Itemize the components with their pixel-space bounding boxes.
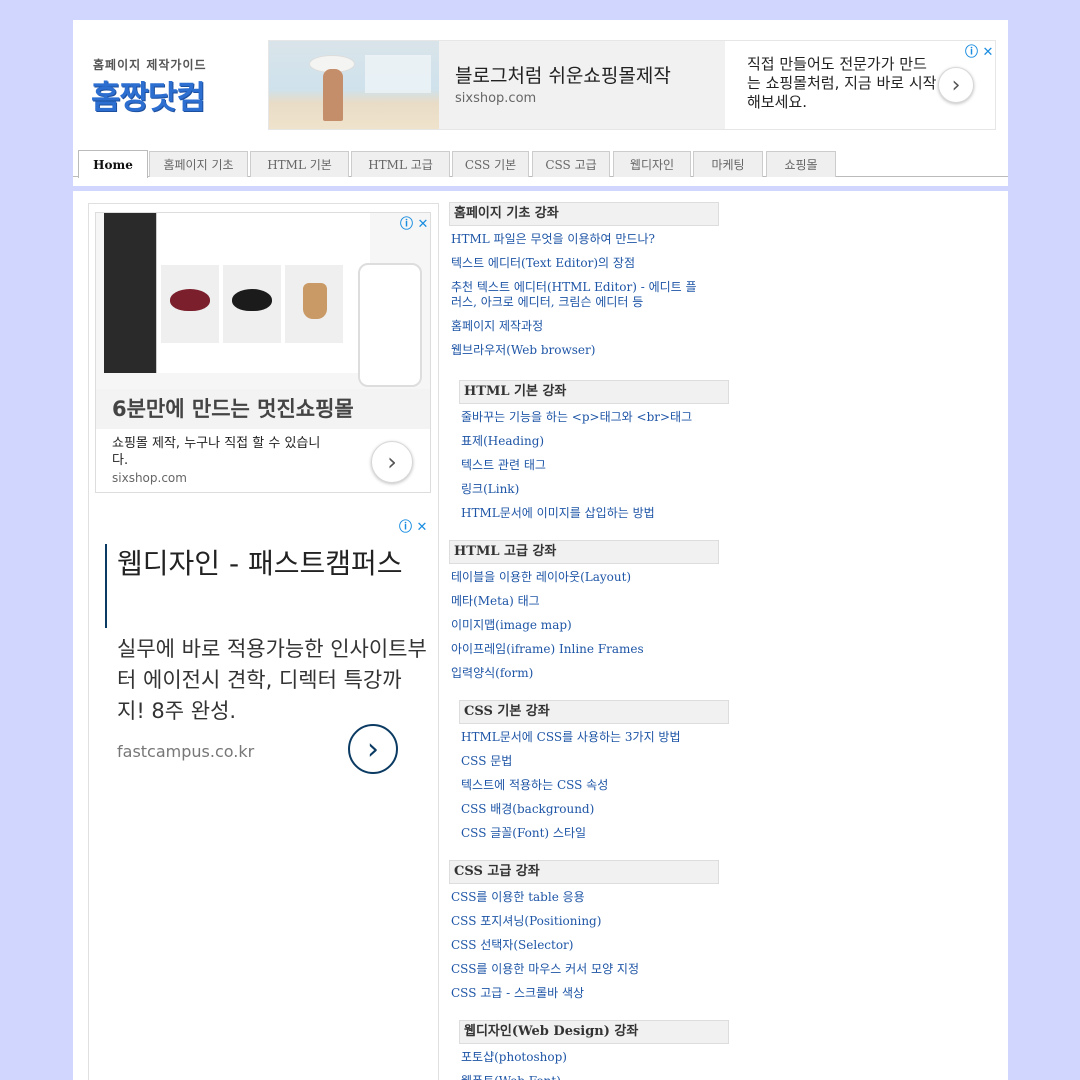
lecture-link[interactable]: 텍스트 에디터(Text Editor)의 장점: [449, 253, 719, 277]
section-css-advanced: CSS 고급 강좌 CSS를 이용한 table 응용 CSS 포지셔닝(Pos…: [449, 860, 719, 1007]
section-title: HTML 고급 강좌: [449, 540, 719, 564]
section-title: CSS 고급 강좌: [449, 860, 719, 884]
lecture-link[interactable]: 웹브라우저(Web browser): [449, 340, 719, 364]
lecture-link[interactable]: 텍스트에 적용하는 CSS 속성: [459, 775, 729, 799]
lecture-link[interactable]: CSS 선택자(Selector): [449, 935, 719, 959]
lecture-link[interactable]: 링크(Link): [459, 479, 729, 503]
lecture-link[interactable]: CSS를 이용한 마우스 커서 모양 지정: [449, 959, 719, 983]
logo-subtitle: 홈페이지 제작가이드: [93, 58, 207, 72]
ad-screenshot-image[interactable]: [96, 213, 430, 389]
tab-homepage-basics[interactable]: 홈페이지 기초: [149, 151, 248, 177]
ad-url[interactable]: fastcampus.co.kr: [117, 742, 254, 761]
lecture-link[interactable]: CSS 고급 - 스크롤바 색상: [449, 983, 719, 1007]
lecture-link[interactable]: HTML문서에 이미지를 삽입하는 방법: [459, 503, 729, 527]
section-homepage-basics: 홈페이지 기초 강좌 HTML 파일은 무엇을 이용하여 만드나? 텍스트 에디…: [449, 202, 719, 364]
tab-shopping-mall[interactable]: 쇼핑몰: [766, 151, 836, 177]
top-banner-ad[interactable]: 블로그처럼 쉬운쇼핑몰제작 sixshop.com 직접 만들어도 전문가가 만…: [268, 40, 996, 130]
fastcampus-ad[interactable]: ⓘ ✕ 웹디자인 - 패스트캠퍼스 실무에 바로 적용가능한 인사이트부터 에이…: [95, 514, 431, 794]
section-css-basic: CSS 기본 강좌 HTML문서에 CSS를 사용하는 3가지 방법 CSS 문…: [459, 700, 729, 847]
section-title: CSS 기본 강좌: [459, 700, 729, 724]
ad-title[interactable]: 6분만에 만드는 멋진쇼핑몰: [96, 389, 430, 429]
section-title: HTML 기본 강좌: [459, 380, 729, 404]
site-logo[interactable]: 홈짱닷컴: [91, 72, 206, 118]
ad-title[interactable]: 블로그처럼 쉬운쇼핑몰제작: [455, 61, 671, 88]
ad-column: 6분만에 만드는 멋진쇼핑몰 쇼핑몰 제작, 누구나 직접 할 수 있습니다. …: [88, 203, 439, 1080]
lecture-link[interactable]: 줄바꾸는 기능을 하는 <p>태그와 <br>태그: [459, 407, 729, 431]
tab-html-advanced[interactable]: HTML 고급: [351, 151, 450, 177]
ad-description[interactable]: 직접 만들어도 전문가가 만드는 쇼핑몰처럼, 지금 바로 시작해보세요.: [747, 55, 937, 112]
section-html-basic: HTML 기본 강좌 줄바꾸는 기능을 하는 <p>태그와 <br>태그 표제(…: [459, 380, 729, 527]
lecture-link[interactable]: HTML문서에 CSS를 사용하는 3가지 방법: [459, 727, 729, 751]
ad-headline[interactable]: 웹디자인 - 패스트캠퍼스: [117, 542, 417, 585]
tab-web-design[interactable]: 웹디자인: [613, 151, 691, 177]
adchoices-icon[interactable]: ⓘ ✕: [965, 41, 993, 60]
ad-arrow-button[interactable]: ›: [938, 67, 974, 103]
section-html-advanced: HTML 고급 강좌 테이블을 이용한 레이아웃(Layout) 메타(Meta…: [449, 540, 719, 687]
ad-url[interactable]: sixshop.com: [455, 91, 536, 106]
adchoices-icon[interactable]: ⓘ ✕: [400, 213, 428, 232]
lecture-link[interactable]: 테이블을 이용한 레이아웃(Layout): [449, 567, 719, 591]
lecture-link[interactable]: HTML 파일은 무엇을 이용하여 만드나?: [449, 229, 719, 253]
shop-ad[interactable]: 6분만에 만드는 멋진쇼핑몰 쇼핑몰 제작, 누구나 직접 할 수 있습니다. …: [95, 212, 431, 493]
lecture-link[interactable]: CSS를 이용한 table 응용: [449, 887, 719, 911]
page: 홈페이지 제작가이드 홈짱닷컴 블로그처럼 쉬운쇼핑몰제작 sixshop.co…: [73, 20, 1008, 1080]
lecture-link[interactable]: 이미지맵(image map): [449, 615, 719, 639]
tab-css-advanced[interactable]: CSS 고급: [532, 151, 610, 177]
lecture-link[interactable]: 표제(Heading): [459, 431, 729, 455]
tab-marketing[interactable]: 마케팅: [693, 151, 763, 177]
main-nav: Home 홈페이지 기초 HTML 기본 HTML 고급 CSS 기본 CSS …: [73, 150, 1008, 178]
header: 홈페이지 제작가이드 홈짱닷컴 블로그처럼 쉬운쇼핑몰제작 sixshop.co…: [73, 20, 1008, 187]
lecture-link[interactable]: 텍스트 관련 태그: [459, 455, 729, 479]
tab-css-basic[interactable]: CSS 기본: [452, 151, 529, 177]
ad-image[interactable]: [269, 41, 439, 129]
section-title: 홈페이지 기초 강좌: [449, 202, 719, 226]
ad-description[interactable]: 실무에 바로 적용가능한 인사이트부터 에이전시 견학, 디렉터 특강까지! 8…: [117, 634, 427, 727]
lecture-link[interactable]: CSS 포지셔닝(Positioning): [449, 911, 719, 935]
ad-arrow-button[interactable]: ›: [348, 724, 398, 774]
tab-html-basic[interactable]: HTML 기본: [250, 151, 349, 177]
lecture-link[interactable]: 추천 텍스트 에디터(HTML Editor) - 에디트 플러스, 아크로 에…: [449, 277, 709, 316]
accent-bar: [105, 544, 107, 628]
lecture-link[interactable]: 포토샵(photoshop): [459, 1047, 729, 1071]
ad-url[interactable]: sixshop.com: [112, 471, 187, 485]
tab-home[interactable]: Home: [78, 150, 148, 178]
ad-arrow-button[interactable]: ›: [371, 441, 413, 483]
lecture-link[interactable]: CSS 글꼴(Font) 스타일: [459, 823, 729, 847]
ad-headline-box[interactable]: 블로그처럼 쉬운쇼핑몰제작 sixshop.com: [439, 41, 725, 129]
ad-description[interactable]: 쇼핑몰 제작, 누구나 직접 할 수 있습니다.: [112, 435, 322, 469]
section-title: 웹디자인(Web Design) 강좌: [459, 1020, 729, 1044]
lecture-link[interactable]: 홈페이지 제작과정: [449, 316, 719, 340]
adchoices-icon[interactable]: ⓘ ✕: [399, 516, 427, 535]
lecture-link[interactable]: CSS 배경(background): [459, 799, 729, 823]
lecture-link[interactable]: 웹폰트(Web Font): [459, 1071, 729, 1080]
section-web-design: 웹디자인(Web Design) 강좌 포토샵(photoshop) 웹폰트(W…: [459, 1020, 729, 1080]
lecture-link[interactable]: 아이프레임(iframe) Inline Frames: [449, 639, 719, 663]
lecture-link[interactable]: CSS 문법: [459, 751, 729, 775]
lecture-link[interactable]: 메타(Meta) 태그: [449, 591, 719, 615]
header-divider: [73, 186, 1008, 191]
lecture-link[interactable]: 입력양식(form): [449, 663, 719, 687]
